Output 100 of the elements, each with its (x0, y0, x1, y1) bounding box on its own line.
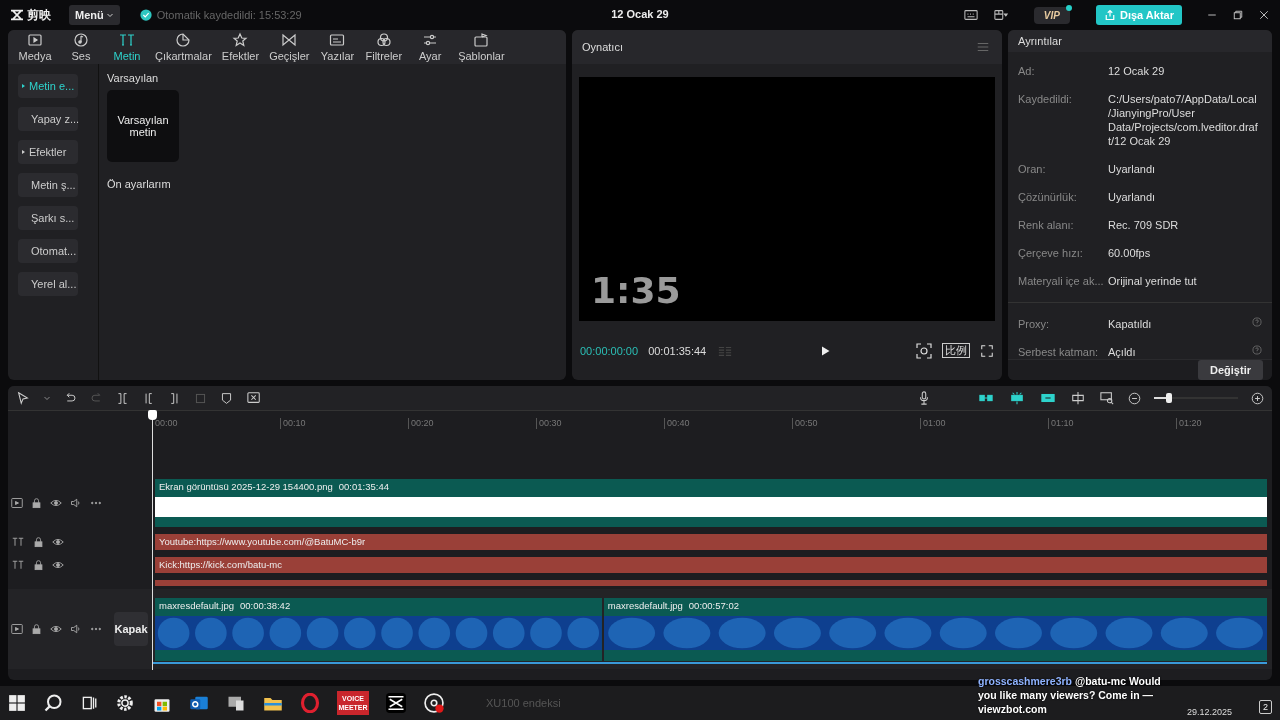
text-icon (11, 559, 25, 571)
menu-icon[interactable] (976, 40, 990, 54)
microphone-icon[interactable] (917, 391, 931, 405)
zoom-out-icon[interactable] (1128, 391, 1141, 405)
sidebar-item[interactable]: Otomat... (18, 239, 78, 263)
ring-icon[interactable] (300, 693, 320, 713)
zoom-fit-icon[interactable] (916, 342, 932, 359)
transition-icon (281, 32, 298, 48)
notification-count[interactable]: 2 (1259, 700, 1272, 714)
clip-duration: 00:00:38:42 (240, 599, 291, 613)
change-button[interactable]: Değiştir (1198, 360, 1263, 380)
ruler-label: 01:20 (1176, 418, 1272, 429)
trim-right-icon[interactable] (168, 391, 181, 405)
toolbar-tab[interactable]: Efektler (216, 30, 265, 64)
text-icon (11, 536, 25, 548)
detail-value: Uyarlandı (1108, 190, 1157, 204)
sidebar-item[interactable]: Şarkı s... (18, 206, 78, 230)
sidebar-item[interactable]: Efektler (18, 140, 78, 164)
detail-value: 12 Ocak 29 (1108, 64, 1166, 78)
detail-label: Proxy: (1018, 317, 1051, 331)
clip-name: maxresdefault.jpg (159, 599, 234, 613)
cover-button[interactable]: Kapak (114, 612, 148, 646)
total-duration: 00:01:35:44 (648, 344, 707, 357)
toolbar-tab[interactable]: Filtreler (360, 30, 408, 64)
detail-label: Çözünürlük: (1018, 190, 1078, 204)
text-clip[interactable]: Youtube:https://www.youtube.com/@BatuMC-b9r (155, 534, 1267, 550)
ratio-button[interactable]: 比例 (942, 343, 970, 358)
start-icon[interactable] (8, 694, 26, 712)
captions-icon (329, 32, 346, 48)
detail-label: Kaydedildi: (1018, 92, 1073, 107)
video-icon (11, 623, 23, 635)
lock-icon[interactable] (33, 559, 44, 571)
record-icon[interactable] (423, 692, 445, 714)
video-clip[interactable]: Ekran görüntüsü 2025-12-29 154400.png 00:01:35:44 (155, 479, 1267, 527)
ruler-label: 00:20 (408, 418, 536, 429)
detail-value: Orijinal yerinde tut (1108, 274, 1198, 288)
keyboard-icon[interactable] (963, 8, 978, 22)
eye-icon[interactable] (50, 497, 62, 509)
toolbar-tab[interactable]: Çıkartmalar (150, 30, 217, 64)
snap-icon[interactable] (1008, 391, 1026, 405)
detail-label: Ad: (1018, 64, 1036, 78)
vip-badge[interactable]: VIP (1033, 6, 1070, 24)
media-icon (27, 32, 43, 48)
eye-icon[interactable] (52, 536, 64, 548)
lock-icon[interactable] (33, 536, 44, 548)
lock-icon[interactable] (31, 497, 42, 509)
zoom-slider[interactable] (1154, 392, 1238, 404)
fullscreen-icon[interactable] (980, 343, 994, 358)
detail-label: Materyali içe ak... (1018, 274, 1105, 288)
undo-icon[interactable] (64, 391, 77, 405)
toolbar-tab[interactable]: Geçişler (264, 30, 315, 64)
trim-left-icon[interactable] (142, 391, 155, 405)
detail-value: Uyarlandı (1108, 162, 1157, 176)
ruler-label: 00:40 (664, 418, 792, 429)
preview-zoom-icon[interactable] (1099, 391, 1115, 405)
text-clip[interactable]: Kick:https://kick.com/batu-mc (155, 557, 1267, 573)
filter-icon (375, 32, 392, 48)
toolbar-tab[interactable]: Yazılar (314, 30, 361, 64)
split-preview-icon[interactable] (1070, 391, 1086, 405)
detail-label: Renk alanı: (1018, 218, 1075, 232)
preview-text: 1:35 (591, 270, 681, 311)
eye-icon[interactable] (50, 623, 62, 635)
toolbar-tab[interactable]: Ses (58, 30, 104, 64)
eye-icon[interactable] (52, 559, 64, 571)
project-title: 12 Ocak 29 (611, 8, 669, 20)
sidebar-item[interactable]: Metin e... (18, 74, 78, 98)
detail-value: Rec. 709 SDR (1108, 218, 1180, 232)
play-icon[interactable] (819, 344, 832, 357)
lock-icon[interactable] (31, 623, 42, 635)
clip-name: maxresdefault.jpg (607, 599, 683, 613)
scissors-icon[interactable] (386, 693, 406, 713)
zoom-in-icon[interactable] (1251, 391, 1264, 405)
toolbar-tab[interactable]: Medya (12, 30, 58, 64)
clip-duration: 00:00:57:02 (688, 599, 739, 613)
detail-label: Oran: (1018, 162, 1047, 176)
split-icon[interactable] (116, 391, 129, 405)
close-icon[interactable] (1258, 9, 1270, 21)
clock-date[interactable]: 29.12.2025 (1186, 707, 1232, 717)
detail-value: C:/Users/pato7/AppData/Local/JianyingPro/User Data/Projects/com.lveditor.draft/12 Ocak 29 (1108, 92, 1258, 148)
sidebar-item[interactable]: Metin ş... (18, 173, 78, 197)
toolbar-tab[interactable]: Şablonlar (453, 30, 510, 64)
speaker-icon[interactable] (70, 623, 82, 635)
sidebar-item[interactable]: Yerel al... (18, 272, 78, 296)
link-icon[interactable] (1039, 391, 1057, 405)
sidebar-item[interactable]: Yapay z... (18, 107, 78, 131)
settings-icon[interactable] (115, 693, 135, 713)
screen-icon[interactable] (246, 391, 262, 405)
task-view-icon[interactable] (80, 694, 98, 712)
toolbar-tab[interactable]: Ayar (407, 30, 454, 64)
search-icon[interactable] (43, 693, 63, 713)
check-icon (139, 9, 152, 21)
toolbar-tab[interactable]: Metin (104, 30, 150, 64)
menu-button[interactable]: Menü (69, 5, 120, 25)
restore-icon[interactable] (1232, 9, 1244, 21)
text-preset-card[interactable]: Varsayılan metin (107, 90, 179, 162)
pointer-icon[interactable] (16, 391, 30, 405)
marker-icon[interactable] (220, 391, 233, 405)
speaker-icon[interactable] (70, 497, 82, 509)
video-clip[interactable]: maxresdefault.jpg 00:00:57:02 (603, 597, 1267, 661)
sticker-icon (175, 32, 192, 48)
